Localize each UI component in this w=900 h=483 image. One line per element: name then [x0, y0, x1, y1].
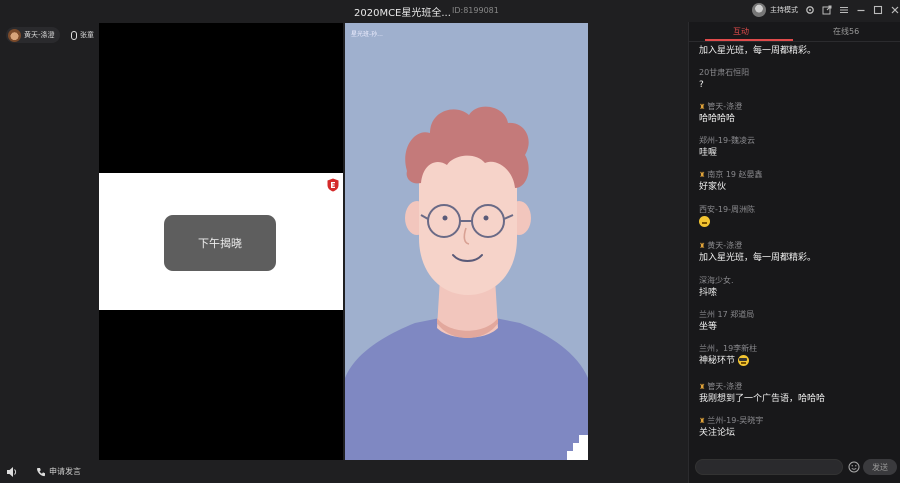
message-text: 好家伙: [699, 182, 727, 192]
presenter-illustration: [345, 106, 588, 460]
message-sender: 20甘肃石恒阳: [699, 68, 750, 77]
message-sender-row: ♜ 南京 19 赵晏鑫: [699, 169, 894, 181]
message-text: 坐等: [699, 322, 718, 332]
tab-online[interactable]: 在线56: [833, 26, 859, 37]
speaker-icon[interactable]: [6, 466, 18, 478]
host-badge-icon: ♜: [699, 103, 706, 111]
chat-message: 加入星光班，每一周都精彩。: [699, 45, 894, 58]
message-sender: 深海少女.: [699, 276, 734, 285]
chat-message: 兰州，19李新柱 神秘环节: [699, 343, 894, 368]
participant-chip[interactable]: 黄天-涤澄: [6, 27, 60, 43]
avatar: [8, 28, 21, 42]
message-sender-row: ♜ 管天-涤澄: [699, 101, 894, 113]
apply-speak-button[interactable]: 申请发言: [36, 466, 81, 477]
host-badge-icon: ♜: [699, 171, 706, 179]
title-bar: 2020MCE星光班全... ID:8199081 主持模式: [0, 0, 900, 22]
chat-input-row: 发送: [695, 459, 897, 477]
message-sender: 黄天-涤澄: [707, 241, 743, 250]
host-badge-icon: ♜: [699, 242, 706, 250]
share-icon[interactable]: [820, 3, 833, 17]
host-avatar[interactable]: [752, 3, 766, 17]
window-title: 2020MCE星光班全...: [354, 8, 451, 19]
chat-panel: 互动 在线56 加入星光班，每一周都精彩。 20甘肃石恒阳 ? ♜ 管天-涤澄 哈…: [688, 22, 900, 483]
message-emoji-row: [699, 216, 894, 229]
apply-speak-label: 申请发言: [49, 467, 81, 476]
message-sender: 管天-涤澄: [707, 382, 743, 391]
mic-icon: [71, 30, 77, 40]
chat-message: ♜ 管天-涤澄 我刚想到了一个广告语，哈哈哈: [699, 381, 894, 406]
message-text: 哈哈哈哈: [699, 114, 736, 124]
send-button[interactable]: 发送: [863, 459, 897, 475]
camera-label: 星光班-孙...: [351, 31, 383, 38]
participant-name: 黄天-涤澄: [24, 31, 55, 39]
message-sender: 兰州-19-吴晓宇: [707, 416, 764, 425]
message-sender: 兰州 17 郑道局: [699, 310, 755, 319]
message-sender-row: ♜ 兰州-19-吴晓宇: [699, 415, 894, 427]
room-id: ID:8199081: [452, 6, 499, 15]
tab-interaction[interactable]: 互动: [733, 26, 749, 37]
chat-message: ♜ 黄天-涤澄 加入星光班，每一周都精彩。: [699, 240, 894, 265]
cool-emoji-icon: [737, 355, 749, 366]
phone-icon: [36, 467, 45, 476]
message-sender: 兰州，19李新柱: [699, 344, 758, 353]
chat-tabs: 互动 在线56: [689, 22, 900, 42]
camera-view: 星光班-孙...: [345, 23, 588, 460]
maximize-icon[interactable]: [871, 3, 884, 17]
message-sender-row: ♜ 管天-涤澄: [699, 381, 894, 393]
bottom-toolbar: 申请发言: [0, 460, 688, 483]
message-sender: 西安-19-周洲陈: [699, 205, 755, 214]
chat-message: 20甘肃石恒阳 ?: [699, 67, 894, 92]
chat-messages[interactable]: 加入星光班，每一周都精彩。 20甘肃石恒阳 ? ♜ 管天-涤澄 哈哈哈哈 郑州-1…: [689, 41, 900, 459]
minimize-icon[interactable]: [854, 3, 867, 17]
chat-message: 西安-19-周洲陈: [699, 204, 894, 229]
chat-message: 兰州 17 郑道局 坐等: [699, 309, 894, 334]
message-text: 哇喔: [699, 148, 718, 158]
menu-icon[interactable]: [837, 3, 850, 17]
emoji-picker-icon[interactable]: [848, 461, 860, 473]
participant-name: 张童: [80, 31, 94, 39]
message-text: 神秘环节: [699, 356, 736, 366]
host-badge-icon: ♜: [699, 383, 706, 391]
message-text-row: 神秘环节: [699, 355, 894, 368]
message-text: 我刚想到了一个广告语，哈哈哈: [699, 394, 826, 404]
message-sender: 南京 19 赵晏鑫: [707, 170, 763, 179]
window-controls: [803, 3, 900, 19]
app-window: 2020MCE星光班全... ID:8199081 主持模式 黄天-涤澄 张童 …: [0, 0, 900, 483]
chat-message: ♜ 南京 19 赵晏鑫 好家伙: [699, 169, 894, 194]
message-text: 加入星光班，每一周都精彩。: [699, 253, 817, 263]
message-text: 抖嗦: [699, 288, 718, 298]
message-sender: 郑州-19-魏凌云: [699, 136, 755, 145]
thinking-emoji-icon: [699, 216, 710, 227]
chat-message: 深海少女. 抖嗦: [699, 275, 894, 300]
participant-chip[interactable]: 张童: [68, 27, 99, 43]
chat-input[interactable]: [695, 459, 843, 475]
host-mode-label[interactable]: 主持模式: [770, 5, 798, 15]
message-text: 加入星光班，每一周都精彩。: [699, 46, 817, 56]
message-text: 关注论坛: [699, 428, 736, 438]
settings-icon[interactable]: [803, 3, 816, 17]
message-sender: 管天-涤澄: [707, 102, 743, 111]
chat-message: 郑州-19-魏凌云 哇喔: [699, 135, 894, 160]
slide-button: 下午揭晓: [164, 215, 276, 271]
chat-message: ♜ 兰州-19-吴晓宇 关注论坛: [699, 415, 894, 440]
message-sender-row: ♜ 黄天-涤澄: [699, 240, 894, 252]
message-text: ?: [699, 80, 704, 90]
close-icon[interactable]: [888, 3, 900, 17]
shield-logo-icon: [327, 178, 339, 192]
shared-slide: 下午揭晓: [99, 173, 343, 310]
host-badge-icon: ♜: [699, 417, 706, 425]
chat-message: ♜ 管天-涤澄 哈哈哈哈: [699, 101, 894, 126]
